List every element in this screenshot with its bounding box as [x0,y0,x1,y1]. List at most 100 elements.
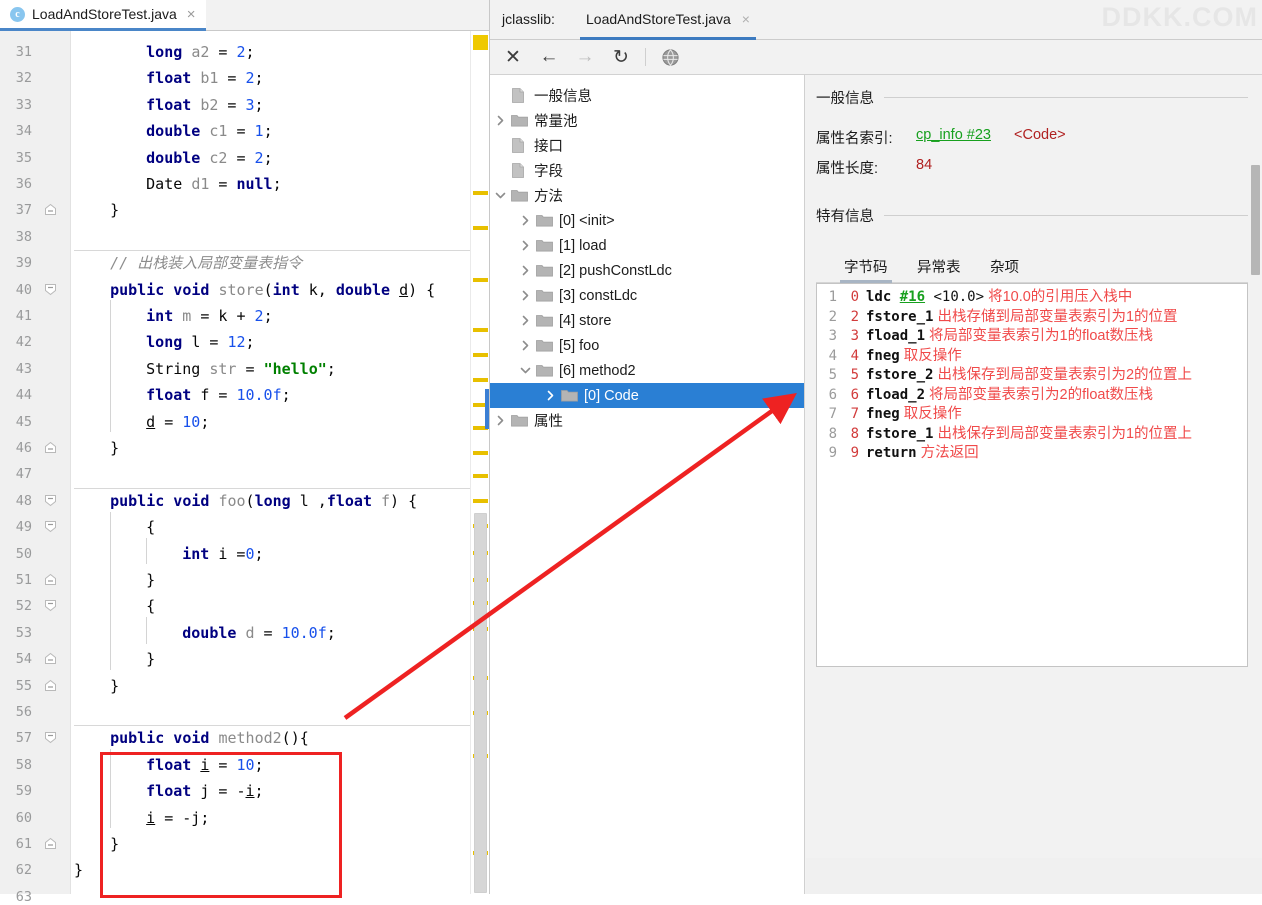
fold-toggle-icon[interactable] [44,837,57,850]
indent-guide [110,300,112,433]
code-line: int i =0; [182,544,264,563]
editor-marker-strip[interactable] [470,31,489,894]
chevron-right-icon[interactable] [544,389,557,402]
code-line: float j = -i; [146,782,264,801]
tree-item[interactable]: [5] foo [490,333,804,358]
watermark: DDKK.COM [1101,2,1258,32]
tree-item[interactable]: [6] method2 [490,358,804,383]
fold-toggle-icon[interactable] [44,283,57,296]
bytecode-row[interactable]: 2 2 fstore_1 出栈存储到局部变量表索引为1的位置 [817,308,1247,328]
fold-toggle-icon[interactable] [44,731,57,744]
chevron-right-icon[interactable] [519,314,532,327]
bytecode-listing[interactable]: 1 0 ldc #16 <10.0> 将10.0的引用压入栈中 2 2 fstore_1 … [816,283,1248,667]
detail-scrollbar-thumb[interactable] [1251,165,1260,275]
tree-item[interactable]: 字段 [490,158,804,183]
detail-tab-1[interactable]: 异常表 [917,250,961,283]
chevron-down-icon[interactable] [494,189,507,202]
tree-item[interactable]: 接口 [490,133,804,158]
tree-item-label: [1] load [559,237,607,254]
fold-toggle-icon[interactable] [44,679,57,692]
bytecode-row[interactable]: 5 5 fstore_2 出栈保存到局部变量表索引为2的位置上 [817,366,1247,386]
tree-item-label: [0] <init> [559,212,615,229]
marker-line[interactable] [473,191,488,195]
folder-icon [511,113,528,128]
marker-line[interactable] [473,328,488,332]
method-separator [74,487,470,489]
class-structure-tree[interactable]: 一般信息 常量池 接口 字段 方法 [0] <init> [1] load [2] pushC… [490,75,805,894]
constant-pool-ref-link[interactable]: #16 [900,289,925,305]
tree-item[interactable]: [4] store [490,308,804,333]
fold-toggle-icon[interactable] [44,520,57,533]
marker-line[interactable] [473,474,488,478]
chevron-down-icon[interactable] [519,364,532,377]
bytecode-opcode: fstore_1 [866,308,934,325]
chevron-right-icon[interactable] [494,414,507,427]
close-icon[interactable]: ✕ [496,42,530,72]
bytecode-row[interactable]: 1 0 ldc #16 <10.0> 将10.0的引用压入栈中 [817,288,1247,308]
line-number: 63 [15,888,32,905]
tree-item[interactable]: 属性 [490,408,804,433]
marker-line[interactable] [473,451,488,455]
tree-item[interactable]: [1] load [490,233,804,258]
fold-toggle-icon[interactable] [44,494,57,507]
bytecode-row-number: 4 [828,347,837,364]
chevron-right-icon[interactable] [519,214,532,227]
chevron-right-icon[interactable] [519,339,532,352]
fold-toggle-icon[interactable] [44,203,57,216]
bytecode-row[interactable]: 7 7 fneg 取反操作 [817,405,1247,425]
fold-toggle-icon[interactable] [44,441,57,454]
bytecode-row[interactable]: 3 3 fload_1 将局部变量表索引为1的float数压栈 [817,327,1247,347]
tree-item-selected[interactable]: [0] Code [490,383,804,408]
close-icon[interactable]: × [739,12,750,26]
chevron-right-icon[interactable] [494,114,507,127]
no-expander [494,139,507,152]
detail-sub-tabs: 字节码 异常表 杂项 [816,250,1248,283]
cp-info-link[interactable]: cp_info #23 [916,127,991,143]
indent-guide [146,538,148,565]
bytecode-row[interactable]: 4 4 fneg 取反操作 [817,347,1247,367]
bytecode-row[interactable]: 6 6 fload_2 将局部变量表索引为2的float数压栈 [817,386,1247,406]
code-line: String str = "hello"; [146,359,336,378]
bytecode-row[interactable]: 8 8 fstore_1 出栈保存到局部变量表索引为1的位置上 [817,425,1247,445]
tree-item[interactable]: [0] <init> [490,208,804,233]
fold-toggle-icon[interactable] [44,573,57,586]
bytecode-row[interactable]: 9 9 return 方法返回 [817,444,1247,464]
reload-icon[interactable]: ↻ [604,42,638,72]
browse-icon[interactable] [653,42,687,72]
line-number: 43 [15,360,32,377]
code-text-area[interactable]: long a2 = 2; float b1 = 2; float b2 = 3; do… [71,31,470,894]
bytecode-row-number: 3 [828,328,837,344]
tree-item-label: [5] foo [559,337,600,354]
fold-toggle-icon[interactable] [44,599,57,612]
marker-block[interactable] [473,35,488,50]
marker-line[interactable] [473,378,488,382]
marker-line[interactable] [473,499,488,503]
editor-vertical-scrollbar[interactable] [474,513,487,893]
editor-tab-loadandstoretest[interactable]: c LoadAndStoreTest.java × [0,0,206,31]
line-number: 59 [15,783,32,800]
line-number: 54 [15,651,32,668]
folder-icon [511,188,528,203]
chevron-right-icon[interactable] [519,239,532,252]
fold-toggle-icon[interactable] [44,652,57,665]
jclasslib-tab-file[interactable]: LoadAndStoreTest.java × [580,0,756,40]
detail-tab-0[interactable]: 字节码 [840,250,891,283]
code-editor[interactable]: 31 32 33 34 35 36 37 38 39 40 41 42 43 44 45 46 47 48 49 50… [0,31,489,903]
bytecode-annotation: 取反操作 [899,406,962,422]
tree-item[interactable]: 方法 [490,183,804,208]
line-number: 48 [15,492,32,509]
chevron-right-icon[interactable] [519,289,532,302]
chevron-right-icon[interactable] [519,264,532,277]
tree-item[interactable]: 常量池 [490,108,804,133]
marker-line[interactable] [473,278,488,282]
jclasslib-prefix-label: jclasslib: [502,11,555,27]
tree-item[interactable]: [2] pushConstLdc [490,258,804,283]
bytecode-opcode: fstore_2 [866,367,934,383]
detail-tab-2[interactable]: 杂项 [990,250,1019,283]
back-icon[interactable]: ← [532,42,566,72]
close-icon[interactable]: × [184,7,196,22]
tree-item[interactable]: 一般信息 [490,83,804,108]
marker-line[interactable] [473,353,488,357]
tree-item[interactable]: [3] constLdc [490,283,804,308]
marker-line[interactable] [473,226,488,230]
